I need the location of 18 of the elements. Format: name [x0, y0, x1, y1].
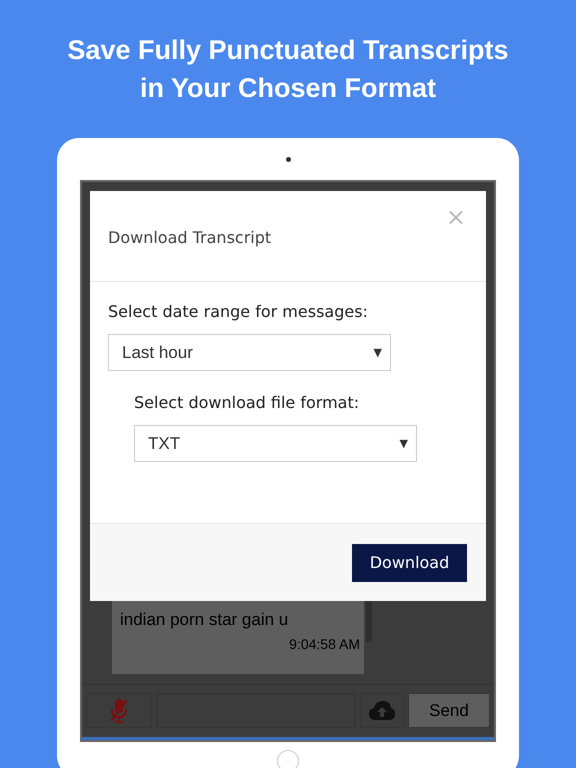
dropdown[interactable]: Last hour ▼ — [108, 334, 391, 371]
download-button[interactable]: Download — [352, 544, 467, 582]
headline: Save Fully Punctuated Transcripts — [67, 34, 509, 67]
headline: in Your Chosen Format — [140, 72, 436, 105]
message-text: indian porn star gain u — [120, 610, 290, 630]
upload-button[interactable] — [360, 693, 404, 728]
field-label: Select download file format: — [134, 393, 360, 412]
field-label: Select date range for messages: — [108, 302, 369, 321]
home-button[interactable] — [277, 750, 299, 768]
cloud-upload-icon — [368, 700, 396, 722]
dropdown-arrow-icon: ▼ — [400, 437, 408, 450]
microphone-button[interactable] — [86, 693, 152, 728]
message-time: 9:04:58 AM — [289, 636, 361, 652]
camera-dot — [286, 157, 290, 162]
muted-microphone-icon — [108, 696, 130, 724]
dropdown[interactable]: TXT ▼ — [134, 425, 417, 462]
dropdown-arrow-icon: ▼ — [374, 346, 382, 359]
dialog-title: Download Transcript — [108, 228, 272, 246]
